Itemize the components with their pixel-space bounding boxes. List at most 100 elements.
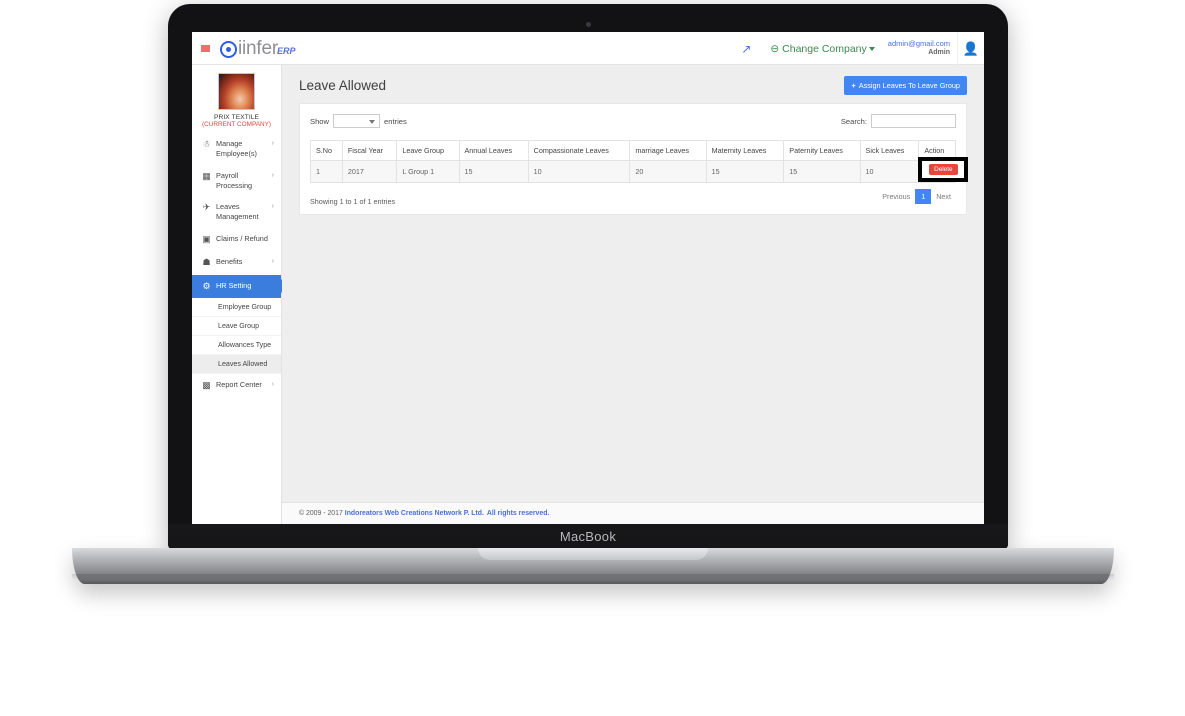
brand-logo[interactable]: iinfer ERP [220, 38, 296, 60]
sidebar: PRIX TEXTILE (CURRENT COMPANY) ☃ Manage … [192, 65, 288, 524]
chevron-right-icon: › [271, 140, 274, 147]
cell-maternity-leaves: 15 [705, 160, 785, 183]
footer-copyright: © 2009 - 2017 [299, 510, 343, 517]
plus-icon: + [851, 81, 856, 90]
company-avatar [218, 73, 255, 110]
laptop-base [72, 548, 1114, 584]
brand-circle-icon [220, 40, 237, 58]
gift-icon: ☗ [202, 257, 211, 268]
change-company-dropdown[interactable]: ⊖ Change Company [761, 43, 883, 55]
sidebar-item-label: Claims / Refund [216, 234, 268, 244]
cell-fiscal-year: 2017 [341, 160, 398, 183]
chevron-down-icon [369, 120, 375, 124]
sidebar-item-label: Leaves Management [216, 202, 259, 222]
cell-sick-leaves: 10 [859, 160, 920, 183]
table-footer: Showing 1 to 1 of 1 entries Previous 1 N… [310, 189, 956, 206]
brand-suffix: ERP [276, 46, 296, 56]
top-navbar: iinfer ERP ↗ ⊖ Change Company admin@gmai… [192, 32, 984, 65]
sidebar-item-report-center[interactable]: ▩ Report Center › [192, 374, 281, 397]
macbook-wordmark: MacBook [168, 524, 1008, 550]
pagination-next[interactable]: Next [931, 189, 956, 204]
sidebar-item-benefits[interactable]: ☗ Benefits › [192, 251, 281, 274]
sidebar-item-payroll-processing[interactable]: ▦ Payroll Processing › [192, 165, 281, 197]
column-header-fiscal-year[interactable]: Fiscal Year [341, 140, 398, 161]
table-info-text: Showing 1 to 1 of 1 entries [310, 197, 396, 206]
change-company-label: Change Company [782, 42, 867, 55]
entries-label: entries [384, 116, 407, 126]
table-header-row: S.No Fiscal Year Leave Group Annual Leav… [310, 140, 956, 161]
webcam-icon [585, 22, 591, 27]
avatar-user-icon[interactable]: 👤 [957, 32, 984, 65]
user-role: Admin [928, 48, 950, 56]
hamburger-icon[interactable] [201, 45, 210, 52]
document-icon: ▦ [202, 170, 211, 181]
sidebar-subitem-allowances-type[interactable]: Allowances Type [192, 336, 281, 355]
sidebar-item-label: Manage Employee(s) [216, 139, 257, 158]
leaves-allowed-table: S.No Fiscal Year Leave Group Annual Leav… [310, 140, 969, 183]
cell-leave-group: L Group 1 [396, 160, 460, 183]
column-header-leave-group[interactable]: Leave Group [396, 140, 460, 161]
show-label: Show [310, 116, 329, 126]
money-icon: ▣ [202, 234, 211, 245]
person-icon: ☃ [202, 139, 211, 149]
sidebar-item-label: Payroll Processing [216, 170, 253, 190]
gear-icon: ⚙ [202, 280, 211, 291]
chevron-down-icon [868, 46, 875, 51]
column-header-maternity-leaves[interactable]: Maternity Leaves [705, 140, 785, 161]
sidebar-subitem-leaves-allowed[interactable]: Leaves Allowed [192, 354, 281, 374]
pagination-previous[interactable]: Previous [877, 189, 915, 204]
cell-marriage-leaves: 20 [629, 160, 707, 183]
cell-paternity-leaves: 15 [783, 160, 861, 183]
column-header-paternity-leaves[interactable]: Paternity Leaves [783, 140, 861, 161]
search-control: Search: [841, 114, 956, 128]
footer-company-link[interactable]: Indoreators Web Creations Network P. Ltd… [345, 510, 484, 517]
column-header-sno[interactable]: S.No [310, 140, 343, 161]
table-row: 1 2017 L Group 1 15 10 20 15 15 10 Delet… [310, 157, 969, 183]
sidebar-item-label: HR Setting [216, 280, 252, 290]
entries-length-select[interactable] [333, 114, 380, 128]
chevron-right-icon: › [271, 171, 274, 179]
search-label: Search: [840, 116, 867, 126]
table-controls: Show entries Search: [310, 114, 956, 134]
chevron-right-icon: › [271, 258, 274, 266]
sidebar-subitem-leave-group[interactable]: Leave Group [192, 317, 281, 336]
screen-viewport: iinfer ERP ↗ ⊖ Change Company admin@gmai… [192, 32, 984, 524]
sidebar-subitem-employee-group[interactable]: Employee Group [192, 298, 281, 317]
delete-button[interactable]: Delete [929, 164, 958, 175]
company-name: PRIX TEXTILE [213, 114, 260, 121]
sidebar-item-leaves-management[interactable]: ✈ Leaves Management › [192, 196, 281, 228]
column-header-sick-leaves[interactable]: Sick Leaves [859, 140, 920, 161]
table-head: S.No Fiscal Year Leave Group Annual Leav… [310, 140, 956, 161]
company-status-label: (CURRENT COMPANY) [202, 121, 271, 128]
column-header-marriage-leaves[interactable]: marriage Leaves [629, 140, 707, 161]
pagination-page-1[interactable]: 1 [915, 189, 932, 204]
bar-chart-icon: ▩ [202, 379, 211, 390]
cell-action: Delete [918, 157, 969, 183]
pagination: Previous 1 Next [877, 189, 956, 204]
highlight-box: Delete [918, 157, 969, 182]
search-input[interactable] [871, 114, 956, 128]
table-body: 1 2017 L Group 1 15 10 20 15 15 10 Delet… [310, 157, 969, 183]
user-info[interactable]: admin@gmail.com Admin [884, 40, 957, 57]
chevron-right-icon: › [271, 203, 274, 211]
column-header-compassionate-leaves[interactable]: Compassionate Leaves [527, 140, 631, 161]
brand-name: iinfer [238, 38, 278, 59]
assign-leaves-to-leave-group-button[interactable]: + Assign Leaves To Leave Group [844, 76, 967, 95]
sidebar-item-label: Report Center [216, 379, 262, 389]
cell-annual-leaves: 15 [458, 160, 529, 183]
user-email: admin@gmail.com [887, 39, 950, 49]
sidebar-item-hr-setting[interactable]: ⚙ HR Setting [192, 274, 288, 298]
current-company-block: PRIX TEXTILE (CURRENT COMPANY) [192, 65, 281, 133]
chevron-right-icon: › [271, 380, 274, 388]
page-footer: © 2009 - 2017 Indoreators Web Creations … [282, 502, 984, 524]
laptop-frame: iinfer ERP ↗ ⊖ Change Company admin@gmai… [168, 4, 1008, 550]
sidebar-item-claims-refund[interactable]: ▣ Claims / Refund [192, 228, 281, 251]
topbar-actions: ↗ ⊖ Change Company admin@gmail.com Admin… [731, 32, 984, 65]
main-content: Leave Allowed + Assign Leaves To Leave Gr… [282, 65, 984, 524]
fullscreen-expand-icon[interactable]: ↗ [731, 42, 761, 56]
sidebar-item-manage-employees[interactable]: ☃ Manage Employee(s) › [192, 133, 281, 165]
leaves-allowed-panel: Show entries Search: S.No Fiscal Year Le… [299, 103, 969, 215]
column-header-annual-leaves[interactable]: Annual Leaves [458, 140, 529, 161]
globe-icon: ⊖ [770, 42, 783, 55]
page-header: Leave Allowed + Assign Leaves To Leave Gr… [282, 65, 984, 103]
